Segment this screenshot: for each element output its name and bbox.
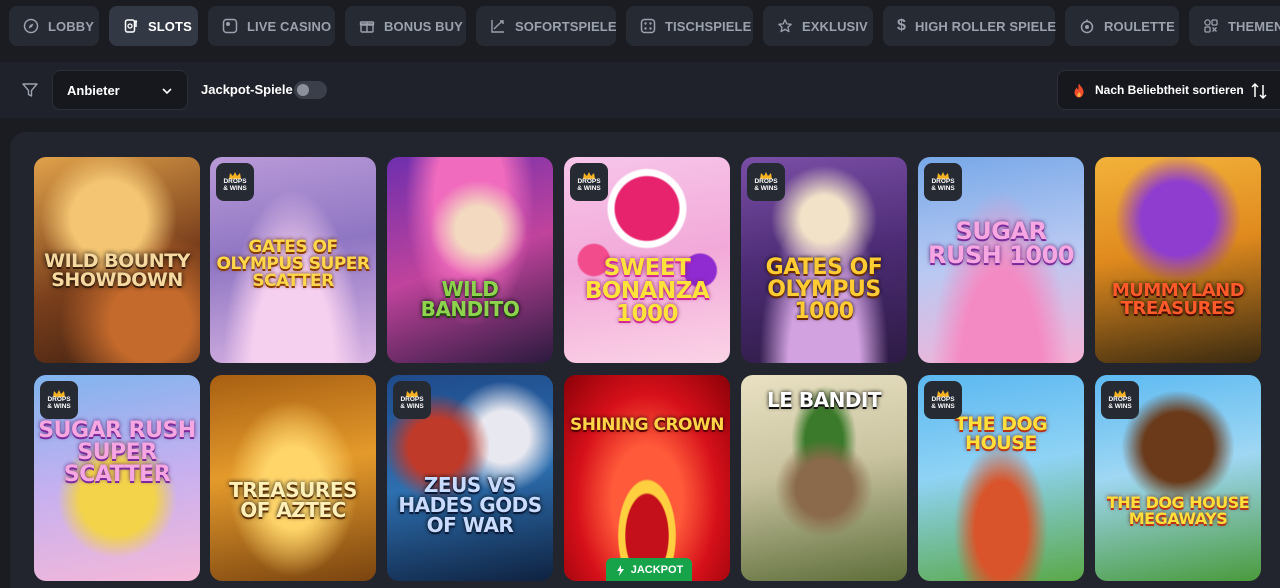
- drops-wins-badge: DROPS & WINS: [216, 163, 254, 201]
- category-themen[interactable]: THEMEN: [1189, 6, 1280, 46]
- jackpot-badge: JACKPOT: [606, 558, 692, 581]
- category-label: LOBBY: [48, 18, 94, 34]
- category-label: THEMEN: [1228, 18, 1280, 34]
- game-tile-sugar-rush-1000[interactable]: SUGAR RUSH 1000 DROPS & WINS: [918, 157, 1084, 363]
- game-tile-sugar-rush-super-scatter[interactable]: SUGAR RUSH SUPER SCATTER DROPS & WINS: [34, 375, 200, 581]
- compass-icon: [23, 18, 39, 34]
- category-label: ROULETTE: [1104, 18, 1175, 34]
- provider-label: Anbieter: [67, 82, 120, 98]
- slot-machine-icon: [123, 18, 139, 34]
- themes-icon: [1203, 18, 1219, 34]
- game-tile-wild-bounty-showdown[interactable]: WILD BOUNTY SHOWDOWN: [34, 157, 200, 363]
- dollar-icon: $: [897, 17, 906, 34]
- game-title: SWEET BONANZA 1000: [584, 255, 710, 327]
- category-live-casino[interactable]: LIVE CASINO: [208, 6, 335, 46]
- drops-wins-badge: DROPS & WINS: [747, 163, 785, 201]
- star-icon: [777, 18, 793, 34]
- toggle-knob: [297, 84, 309, 96]
- game-tile-the-dog-house[interactable]: THE DOG HOUSE DROPS & WINS: [918, 375, 1084, 581]
- category-bar: LOBBY SLOTS LIVE CASINO BONUS BUY SOFORT…: [0, 0, 1280, 52]
- game-title: ZEUS VS HADES GODS OF WAR: [398, 473, 542, 537]
- chevron-down-icon: [162, 88, 172, 95]
- drops-wins-badge: DROPS & WINS: [40, 381, 78, 419]
- filter-bar: Anbieter Jackpot-Spiele Nach Beliebtheit…: [0, 62, 1280, 118]
- game-tile-zeus-vs-hades[interactable]: ZEUS VS HADES GODS OF WAR DROPS & WINS: [387, 375, 553, 581]
- game-tile-wild-bandito[interactable]: WILD BANDITO: [387, 157, 553, 363]
- category-label: TISCHSPIELE: [665, 18, 752, 34]
- category-label: BONUS BUY: [384, 18, 463, 34]
- game-tile-le-bandit[interactable]: LE BANDIT: [741, 375, 907, 581]
- game-title: SUGAR RUSH SUPER SCATTER: [38, 418, 196, 487]
- drops-wins-badge: DROPS & WINS: [570, 163, 608, 201]
- fire-icon: [1074, 83, 1084, 97]
- game-title: GATES OF OLYMPUS SUPER SCATTER: [216, 237, 371, 291]
- lightning-icon: [616, 564, 624, 576]
- category-label: EXKLUSIV: [802, 18, 868, 34]
- category-lobby[interactable]: LOBBY: [9, 6, 99, 46]
- category-label: HIGH ROLLER SPIELE: [915, 18, 1057, 34]
- game-title: THE DOG HOUSE MEGAWAYS: [1106, 493, 1250, 528]
- game-tile-gates-of-olympus-super-scatter[interactable]: GATES OF OLYMPUS SUPER SCATTER DROPS & WI…: [210, 157, 376, 363]
- category-exklusiv[interactable]: EXKLUSIV: [763, 6, 873, 46]
- drops-wins-badge: DROPS & WINS: [924, 381, 962, 419]
- gift-icon: [359, 18, 375, 34]
- chart-arrow-icon: [490, 18, 506, 34]
- sort-dropdown[interactable]: Nach Beliebtheit sortieren: [1057, 70, 1280, 110]
- category-label: SLOTS: [148, 18, 192, 34]
- game-artwork: [1095, 157, 1261, 363]
- game-title: MUMMYLAND TREASURES: [1111, 280, 1245, 319]
- category-tischspiele[interactable]: TISCHSPIELE: [626, 6, 753, 46]
- provider-dropdown[interactable]: Anbieter: [52, 70, 188, 110]
- sort-arrows-icon: [1251, 82, 1267, 100]
- category-label: SOFORTSPIELE: [515, 18, 617, 34]
- game-title: GATES OF OLYMPUS 1000: [765, 255, 883, 324]
- sort-label: Nach Beliebtheit sortieren: [1095, 83, 1244, 97]
- drops-wins-badge: DROPS & WINS: [924, 163, 962, 201]
- drops-wins-badge: DROPS & WINS: [1101, 381, 1139, 419]
- game-artwork: [387, 157, 553, 363]
- game-title: WILD BANDITO: [420, 277, 520, 321]
- game-artwork: [564, 375, 730, 581]
- game-tile-the-dog-house-megaways[interactable]: THE DOG HOUSE MEGAWAYS DROPS & WINS: [1095, 375, 1261, 581]
- game-title: SUGAR RUSH 1000: [928, 217, 1075, 269]
- category-bonus-buy[interactable]: BONUS BUY: [345, 6, 466, 46]
- game-title: LE BANDIT: [766, 388, 882, 412]
- roulette-icon: [1079, 18, 1095, 34]
- jackpot-filter-label: Jackpot-Spiele: [201, 82, 293, 97]
- game-grid: WILD BOUNTY SHOWDOWN GATES OF OLYMPUS SU…: [10, 132, 1280, 588]
- game-title: WILD BOUNTY SHOWDOWN: [44, 250, 190, 291]
- dice-icon: [640, 18, 656, 34]
- game-tile-treasures-of-aztec[interactable]: TREASURES OF AZTEC: [210, 375, 376, 581]
- category-slots[interactable]: SLOTS: [109, 6, 198, 46]
- category-sofortspiele[interactable]: SOFORTSPIELE: [476, 6, 617, 46]
- game-tile-sweet-bonanza-1000[interactable]: SWEET BONANZA 1000 DROPS & WINS: [564, 157, 730, 363]
- game-tile-shining-crown[interactable]: SHINING CROWN JACKPOT: [564, 375, 730, 581]
- game-title: THE DOG HOUSE: [954, 413, 1048, 454]
- drops-wins-badge: DROPS & WINS: [393, 381, 431, 419]
- game-tile-gates-of-olympus-1000[interactable]: GATES OF OLYMPUS 1000 DROPS & WINS: [741, 157, 907, 363]
- live-icon: [222, 18, 238, 34]
- game-title: TREASURES OF AZTEC: [229, 478, 357, 522]
- filter-icon[interactable]: [21, 81, 39, 99]
- category-high-roller[interactable]: $ HIGH ROLLER SPIELE: [883, 6, 1057, 46]
- jackpot-toggle[interactable]: [294, 81, 327, 99]
- category-roulette[interactable]: ROULETTE: [1065, 6, 1179, 46]
- jackpot-badge-label: JACKPOT: [630, 564, 684, 576]
- category-label: LIVE CASINO: [247, 18, 332, 34]
- game-tile-mummyland-treasures[interactable]: MUMMYLAND TREASURES: [1095, 157, 1261, 363]
- game-title: SHINING CROWN: [570, 415, 724, 435]
